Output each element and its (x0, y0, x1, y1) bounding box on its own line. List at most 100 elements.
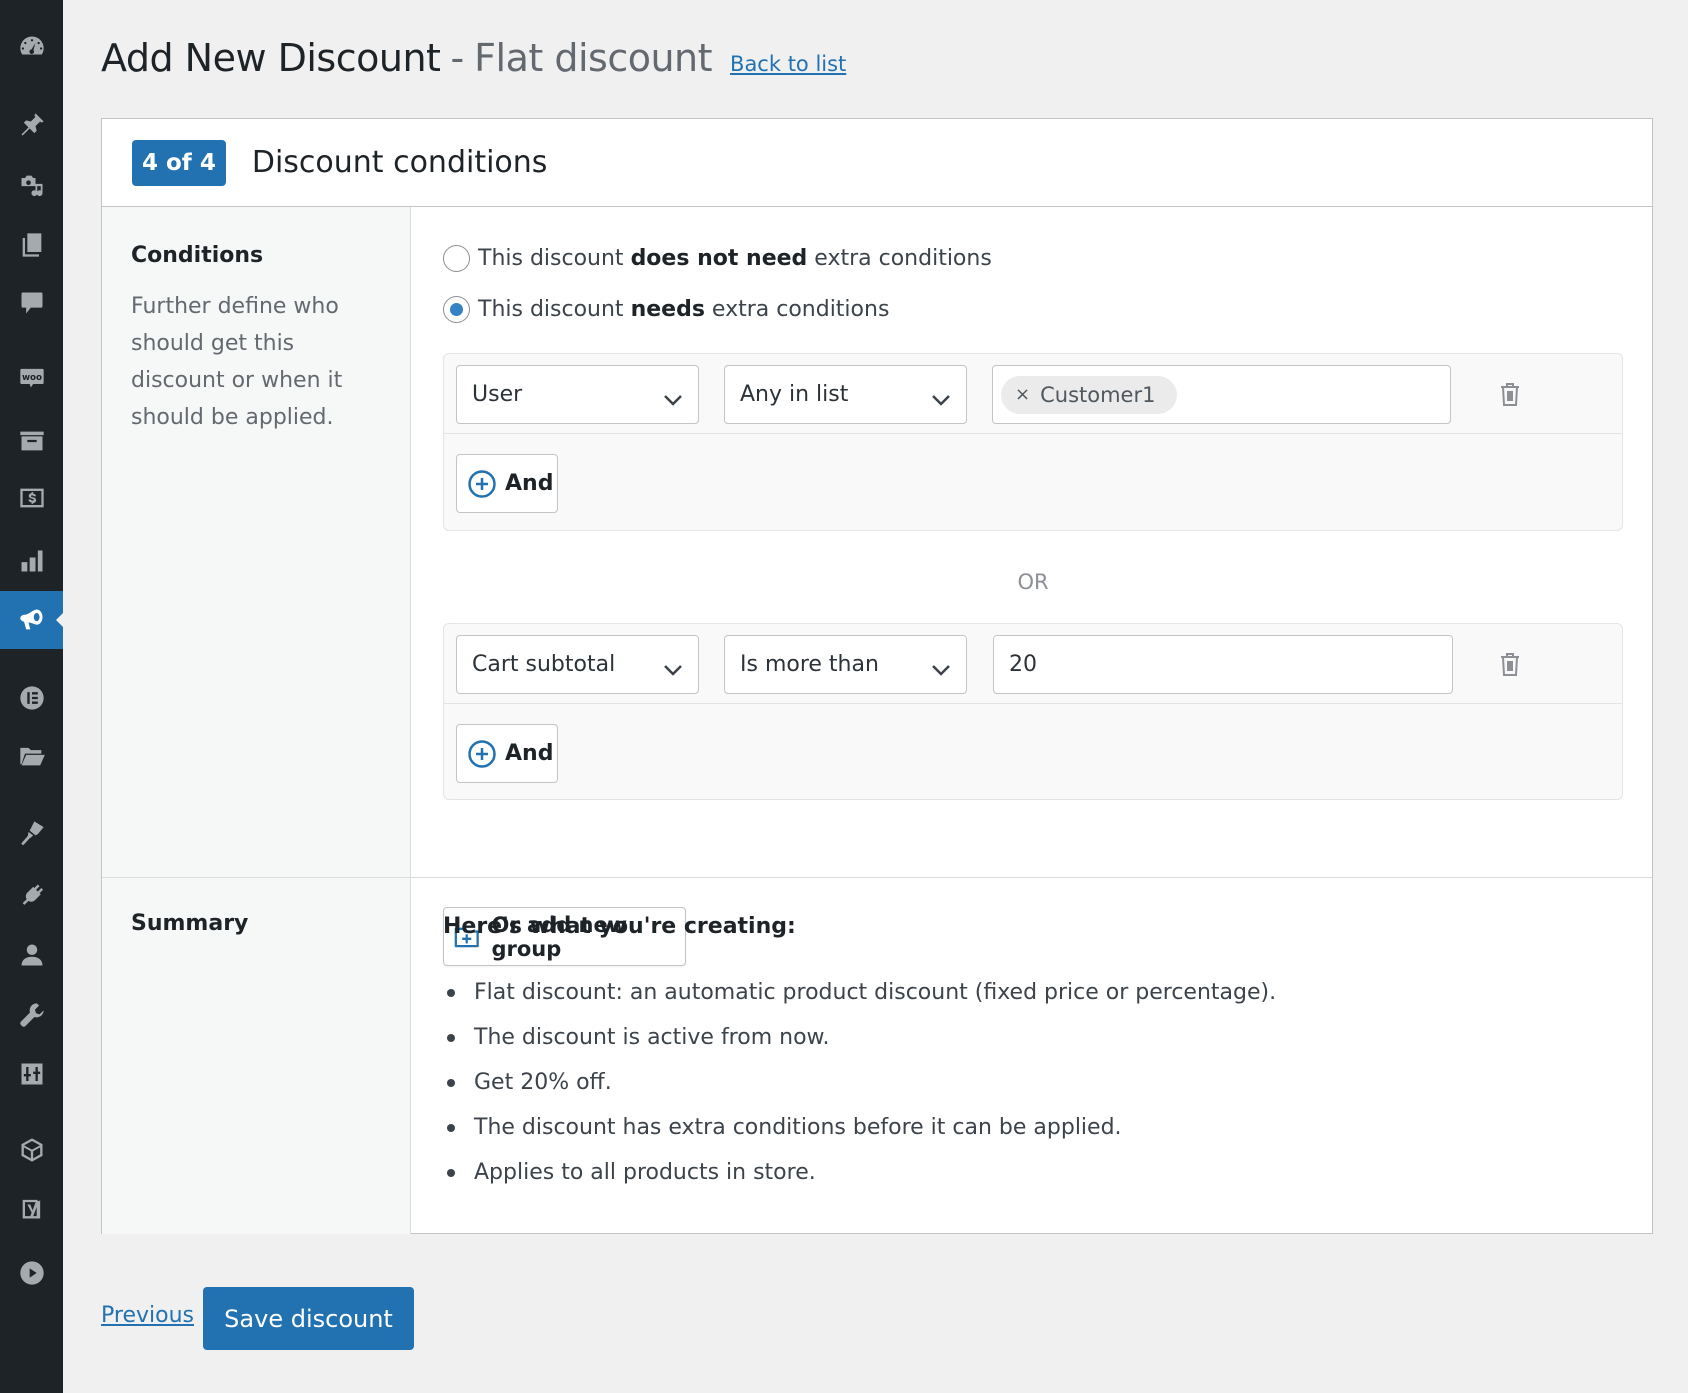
summary-sidebar: Summary (102, 878, 411, 1234)
wrench-icon (19, 1003, 44, 1027)
sidebar-item-woocommerce[interactable]: woo (0, 357, 63, 397)
condition-group-1: User Any in list × Customer1 And (443, 353, 1623, 531)
condition-field-select[interactable]: User (456, 365, 699, 424)
archive-box-icon (19, 431, 44, 451)
sidebar-item-marketing[interactable] (0, 591, 64, 649)
admin-sidebar: woo (0, 0, 64, 1393)
condition-operator-select[interactable]: Is more than (724, 635, 967, 694)
select-value: Any in list (740, 382, 849, 407)
sidebar-item-dashboard[interactable] (0, 27, 63, 67)
page-subtitle: Flat discount (474, 36, 713, 80)
sidebar-item-payments[interactable] (0, 478, 63, 518)
radio-label-bold: needs (630, 297, 705, 322)
conditions-description: Further define who should get this disco… (131, 294, 343, 430)
condition-row: Cart subtotal Is more than 20 (444, 624, 1622, 704)
plus-circle-icon (468, 739, 496, 768)
sidebar-item-products[interactable] (0, 421, 63, 461)
previous-link[interactable]: Previous (101, 1303, 194, 1328)
summary-item: Applies to all products in store. (443, 1150, 1276, 1195)
sidebar-item-users[interactable] (0, 935, 63, 975)
sidebar-item-blocks[interactable] (0, 1130, 63, 1170)
or-separator: OR (1017, 570, 1049, 594)
select-value: User (472, 382, 523, 407)
folder-icon (19, 747, 45, 766)
sidebar-item-posts[interactable] (0, 105, 63, 145)
plus-circle-icon (468, 469, 496, 498)
radio-button[interactable] (443, 245, 470, 272)
summary-list: Flat discount: an automatic product disc… (443, 970, 1276, 1195)
condition-value-multiselect[interactable]: × Customer1 (992, 365, 1451, 424)
megaphone-icon (19, 609, 42, 630)
add-and-condition-button[interactable]: And (456, 454, 558, 513)
pin-icon (21, 113, 44, 136)
sidebar-item-yoast-seo[interactable] (0, 1188, 63, 1228)
sidebar-item-pages[interactable] (0, 225, 63, 265)
sidebar-item-elementor[interactable] (0, 678, 63, 718)
radio-label-prefix: This discount (478, 246, 631, 271)
and-label: And (505, 471, 554, 496)
elementor-icon (19, 686, 44, 710)
and-label: And (505, 741, 554, 766)
woo-icon: woo (19, 368, 44, 388)
sidebar-item-settings[interactable] (0, 1054, 63, 1094)
conditions-section: Conditions Further define who should get… (102, 207, 1652, 966)
radio-button-checked[interactable] (443, 296, 470, 323)
input-value: 20 (1009, 652, 1037, 677)
condition-group-2: Cart subtotal Is more than 20 And (443, 623, 1623, 800)
sidebar-item-media-player[interactable] (0, 1253, 63, 1293)
page-heading: Add New Discount - Flat discount Back to… (101, 36, 846, 80)
sidebar-item-plugins[interactable] (0, 875, 63, 915)
radio-label-prefix: This discount (478, 297, 631, 322)
bar-chart-icon (21, 550, 42, 572)
yoast-icon (22, 1199, 40, 1219)
remove-chip-icon[interactable]: × (1015, 384, 1030, 405)
summary-title: Here's what you're creating: (443, 914, 796, 939)
select-value: Cart subtotal (472, 652, 616, 677)
radio-label-suffix: extra conditions (704, 297, 890, 322)
radio-label-bold: does not need (630, 246, 808, 271)
summary-item: The discount has extra conditions before… (443, 1105, 1276, 1150)
trash-icon[interactable] (1498, 650, 1526, 680)
summary-item: Flat discount: an automatic product disc… (443, 970, 1276, 1015)
select-value: Is more than (740, 652, 879, 677)
summary-section: Summary Here's what you're creating: Fla… (102, 878, 1652, 1234)
pages-icon (22, 233, 41, 257)
summary-content: Here's what you're creating: Flat discou… (411, 878, 1652, 1234)
summary-heading: Summary (131, 911, 249, 936)
sidebar-item-appearance[interactable] (0, 813, 63, 853)
card-title: Discount conditions (251, 145, 548, 180)
condition-row: User Any in list × Customer1 (444, 354, 1622, 434)
back-to-list-link[interactable]: Back to list (730, 52, 846, 76)
sidebar-item-templates[interactable] (0, 736, 63, 776)
radio-label-suffix: extra conditions (807, 246, 992, 271)
sliders-icon (21, 1063, 42, 1085)
add-and-condition-button[interactable]: And (456, 724, 558, 783)
chevron-down-icon (930, 388, 952, 406)
comment-icon (21, 292, 42, 314)
condition-field-select[interactable]: Cart subtotal (456, 635, 699, 694)
step-badge: 4 of 4 (132, 139, 226, 186)
condition-operator-select[interactable]: Any in list (724, 365, 967, 424)
conditions-sidebar: Conditions Further define who should get… (102, 207, 411, 877)
radio-no-conditions[interactable]: This discount does not need extra condit… (443, 245, 992, 272)
chip-label: Customer1 (1040, 382, 1156, 407)
condition-value-input[interactable]: 20 (993, 635, 1453, 694)
sidebar-item-analytics[interactable] (0, 541, 63, 581)
conditions-content: This discount does not need extra condit… (411, 207, 1652, 966)
dashboard-icon (19, 36, 44, 55)
user-icon (21, 944, 42, 966)
discount-wizard-card: 4 of 4 Discount conditions Conditions Fu… (101, 118, 1653, 1234)
chevron-down-icon (930, 658, 952, 676)
dollar-icon (19, 488, 44, 508)
svg-text:woo: woo (21, 373, 41, 383)
trash-icon[interactable] (1498, 380, 1526, 410)
radio-needs-conditions[interactable]: This discount needs extra conditions (443, 296, 889, 323)
sidebar-item-tools[interactable] (0, 995, 63, 1035)
sidebar-item-comments[interactable] (0, 283, 63, 323)
brush-icon (21, 821, 44, 845)
sidebar-item-media[interactable] (0, 165, 63, 205)
save-discount-button[interactable]: Save discount (203, 1287, 414, 1350)
card-header: 4 of 4 Discount conditions (102, 119, 1652, 207)
plug-icon (22, 884, 43, 905)
value-chip: × Customer1 (1001, 375, 1178, 414)
